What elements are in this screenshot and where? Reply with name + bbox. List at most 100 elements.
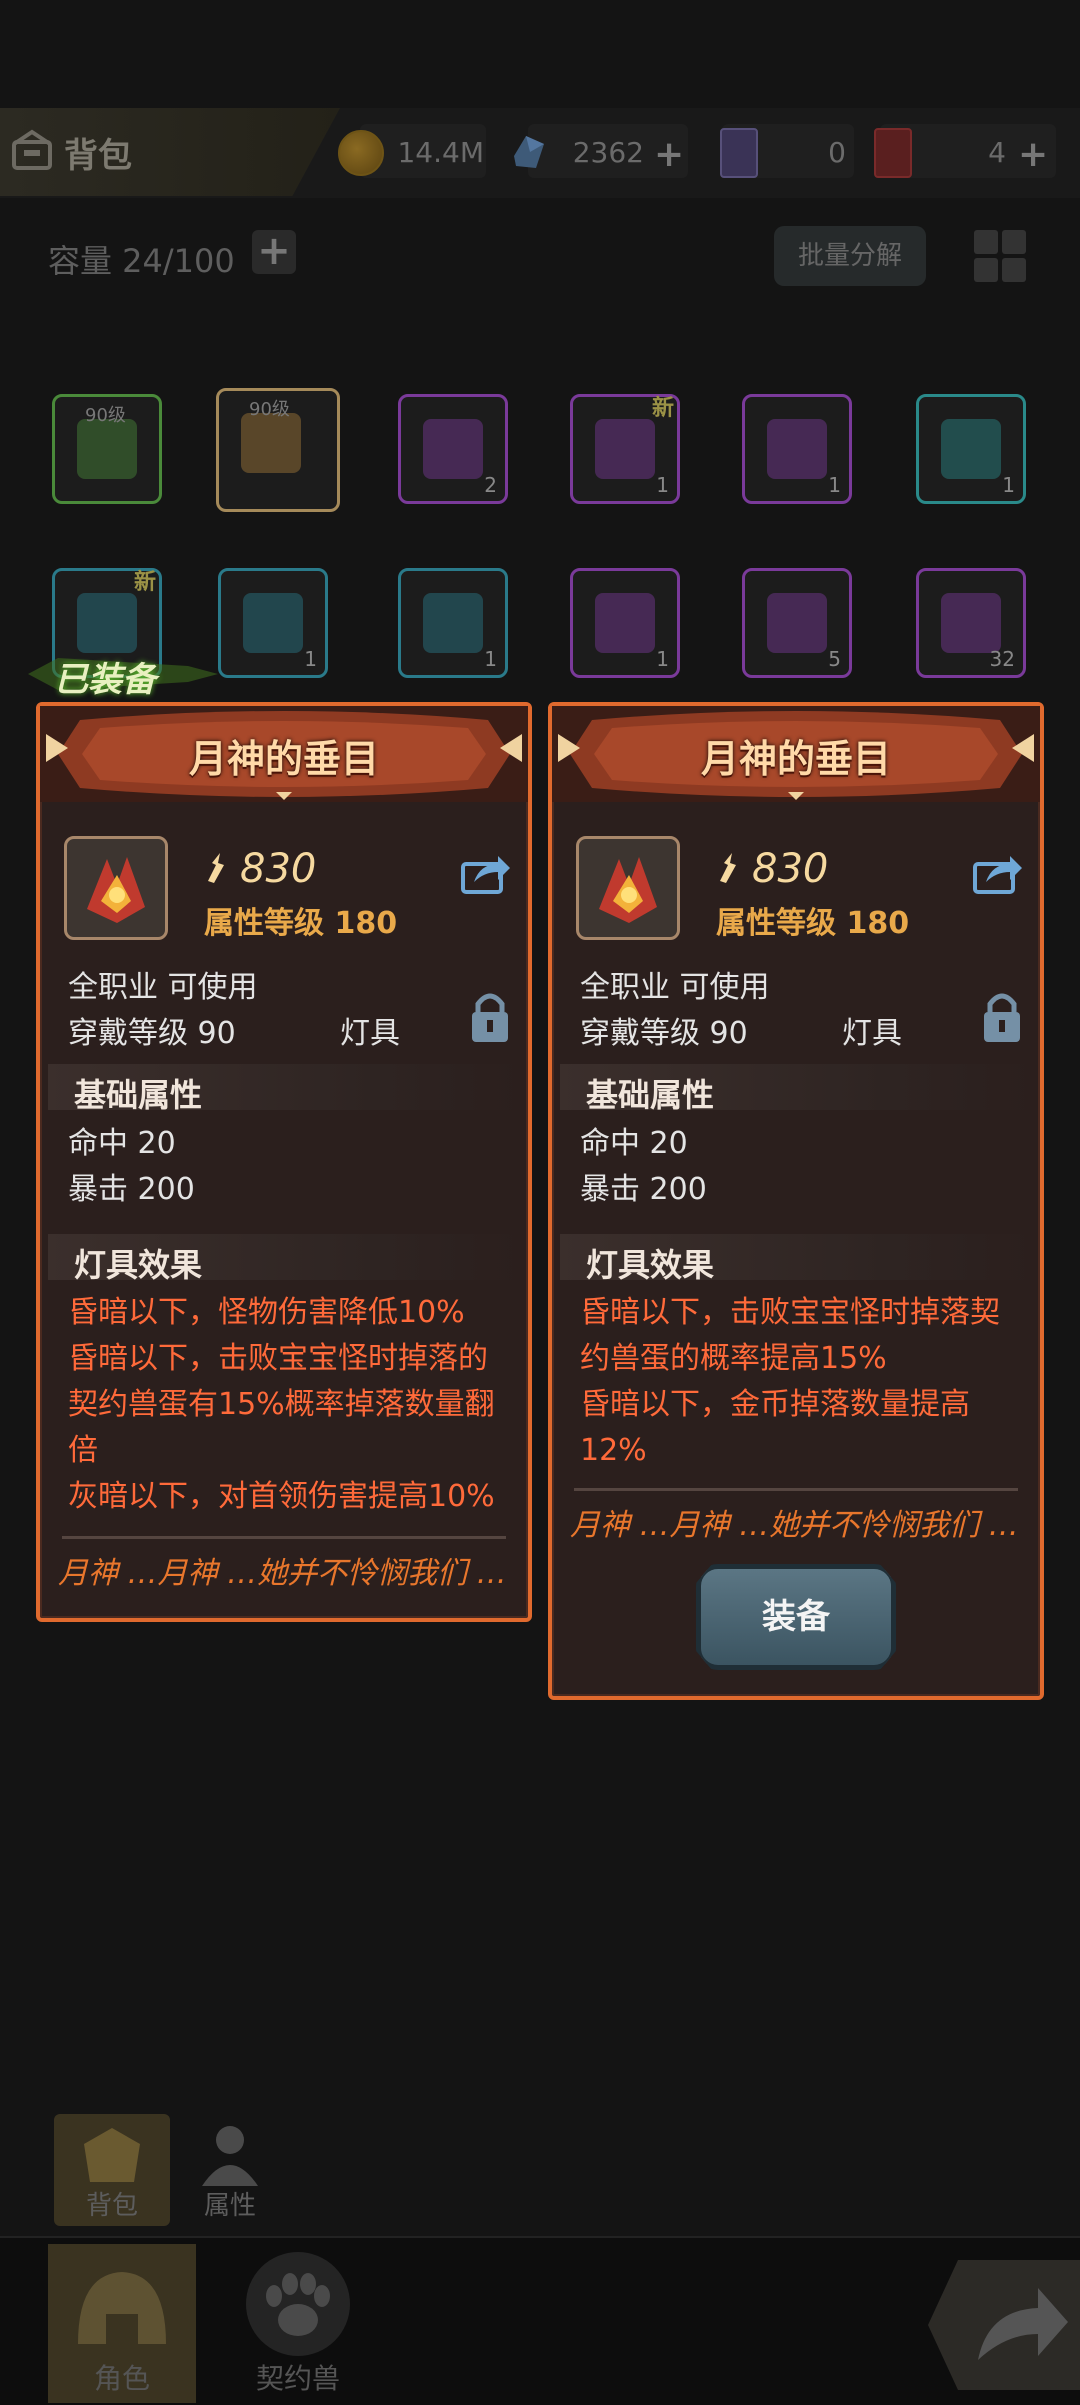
effect-line: 昏暗以下，金币掉落数量提高 — [580, 1387, 970, 1422]
nav-pet-label: 契约兽 — [255, 2362, 340, 2395]
add-red-card-button[interactable]: + — [1018, 134, 1048, 175]
helmet-icon — [78, 2272, 166, 2344]
compare-item-panel: 月神的垂目 830 属性等级 180 全职业 可使用 穿戴等级 90 灯具 基础… — [548, 702, 1044, 1700]
gold-value: 14.4M — [397, 136, 484, 169]
item-thumbnail-icon — [423, 593, 483, 653]
item-thumbnail-icon — [595, 419, 655, 479]
equipped-badge: 已装备 — [28, 648, 218, 700]
attribute-level: 属性等级 180 — [204, 906, 398, 941]
attribute-level: 属性等级 180 — [716, 906, 910, 941]
flavor-text: 月神 …月神 …她并不怜悯我们 … — [58, 1556, 507, 1591]
power-value: 830 — [752, 846, 829, 892]
effect-line: 12% — [580, 1433, 647, 1468]
tab-bag[interactable]: 背包 — [54, 2114, 170, 2226]
lamp-effects-label: 灯具效果 — [586, 1246, 715, 1284]
lamp-icon — [599, 857, 657, 923]
share-icon[interactable] — [460, 850, 512, 896]
power-icon — [720, 853, 736, 883]
item-thumbnail-icon — [941, 593, 1001, 653]
item-count: 1 — [828, 473, 841, 497]
grid-view-icon[interactable] — [972, 228, 1028, 284]
effect-line: 灰暗以下，对首领伤害提高10% — [68, 1479, 495, 1514]
equip-button[interactable]: 装备 — [696, 1564, 896, 1670]
inventory-slot[interactable]: 90级 — [52, 394, 162, 504]
item-count: 2 — [484, 473, 497, 497]
page-title: 背包 — [64, 136, 132, 176]
new-badge: 新 — [652, 396, 675, 421]
power-value: 830 — [240, 846, 317, 892]
effect-line: 昏暗以下，怪物伤害降低10% — [68, 1295, 465, 1330]
class-requirement: 全职业 可使用 — [580, 970, 770, 1005]
gem-value: 2362 — [572, 136, 644, 169]
flavor-text: 月神 …月神 …她并不怜悯我们 … — [570, 1508, 1019, 1543]
item-thumbnail-icon — [241, 413, 301, 473]
batch-decompose-button[interactable]: 批量分解 — [774, 226, 926, 286]
add-gems-button[interactable]: + — [654, 134, 684, 175]
tab-bag-label: 背包 — [85, 2191, 138, 2221]
stat-hit: 命中 20 — [68, 1126, 176, 1161]
tab-attributes[interactable]: 属性 — [172, 2114, 288, 2226]
item-count: 1 — [656, 473, 669, 497]
tab-attributes-label: 属性 — [203, 2191, 256, 2221]
red-card-icon — [874, 128, 912, 178]
divider — [62, 1536, 506, 1539]
item-thumbnail-icon — [243, 593, 303, 653]
effect-line: 契约兽蛋有15%概率掉落数量翻 — [68, 1387, 495, 1422]
lamp-effects-label: 灯具效果 — [74, 1246, 203, 1284]
divider — [574, 1488, 1018, 1491]
lamp-effects-header: 灯具效果 — [560, 1234, 1032, 1284]
expand-capacity-button[interactable]: + — [252, 230, 296, 274]
class-requirement: 全职业 可使用 — [68, 970, 258, 1005]
effect-line: 约兽蛋的概率提高15% — [580, 1341, 887, 1376]
base-attributes-header: 基础属性 — [48, 1064, 520, 1114]
inventory-slot[interactable]: 32 — [916, 568, 1026, 678]
item-count: 1 — [304, 647, 317, 671]
bag-tab-icon — [84, 2128, 140, 2182]
inventory-slot[interactable]: 2 — [398, 394, 508, 504]
stat-crit: 暴击 200 — [68, 1172, 195, 1207]
gold-coin-icon — [338, 130, 384, 176]
stat-crit: 暴击 200 — [580, 1172, 707, 1207]
share-icon[interactable] — [972, 850, 1024, 896]
effect-line: 倍 — [68, 1433, 98, 1468]
item-thumbnail-icon — [77, 593, 137, 653]
item-thumbnail-icon — [77, 419, 137, 479]
forward-arrow-icon[interactable] — [928, 2250, 1080, 2400]
inventory-slot[interactable]: 1 — [916, 394, 1026, 504]
inventory-slot[interactable]: 90级 — [216, 388, 340, 512]
lamp-icon — [87, 857, 145, 923]
power-icon — [208, 853, 224, 883]
inventory-slot[interactable]: 1 — [398, 568, 508, 678]
nav-character[interactable]: 角色 — [48, 2244, 196, 2403]
inventory-slot[interactable]: 5 — [742, 568, 852, 678]
item-icon — [576, 836, 680, 940]
item-count: 1 — [1002, 473, 1015, 497]
purple-card-value: 0 — [828, 136, 846, 169]
inventory-slot[interactable]: 1 — [570, 568, 680, 678]
wear-level: 穿戴等级 90 — [580, 1016, 748, 1051]
inventory-slot[interactable]: 1 — [742, 394, 852, 504]
person-icon — [202, 2126, 258, 2186]
bag-icon — [12, 129, 52, 170]
base-attributes-label: 基础属性 — [586, 1076, 715, 1114]
item-icon — [64, 836, 168, 940]
item-level: 90级 — [249, 399, 290, 420]
item-count: 1 — [484, 647, 497, 671]
nav-character-label: 角色 — [93, 2362, 150, 2395]
lamp-effects-header: 灯具效果 — [48, 1234, 520, 1284]
capacity-label: 容量 24/100 — [48, 242, 235, 280]
paw-icon — [246, 2252, 350, 2356]
purple-card-icon — [720, 128, 758, 178]
effect-line: 昏暗以下，击败宝宝怪时掉落的 — [68, 1341, 488, 1376]
equipped-item-panel: 月神的垂目 830 属性等级 180 全职业 可使用 穿戴等级 90 灯具 基础… — [36, 702, 532, 1622]
inventory-slot[interactable]: 1 — [218, 568, 328, 678]
item-thumbnail-icon — [941, 419, 1001, 479]
lock-icon[interactable] — [980, 988, 1024, 1044]
item-count: 32 — [989, 647, 1015, 671]
nav-pet[interactable]: 契约兽 — [224, 2244, 372, 2403]
lock-icon[interactable] — [468, 988, 512, 1044]
item-name: 月神的垂目 — [188, 737, 379, 781]
slot-type: 灯具 — [842, 1016, 902, 1051]
item-level: 90级 — [85, 405, 126, 426]
item-count: 5 — [828, 647, 841, 671]
